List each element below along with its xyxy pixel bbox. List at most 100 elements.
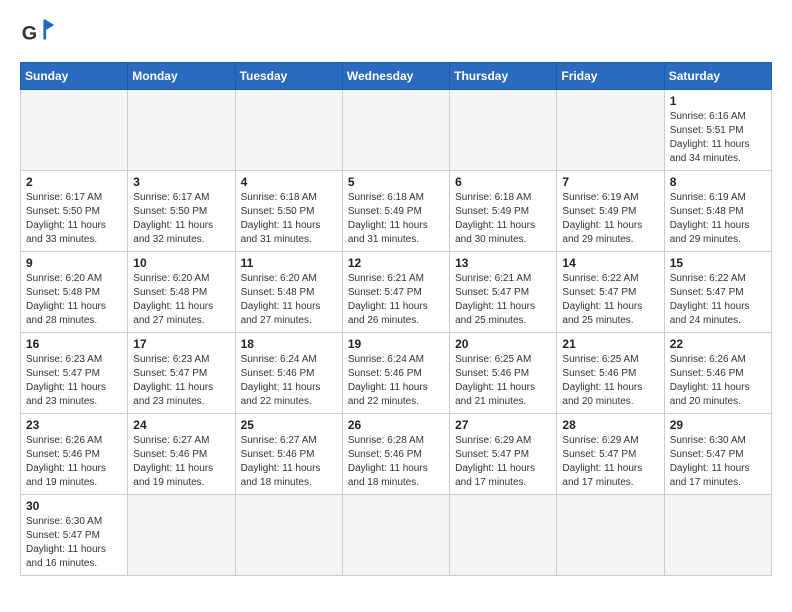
calendar-cell: 19 Sunrise: 6:24 AM Sunset: 5:46 PM Dayli… [342, 333, 449, 414]
calendar-cell: 26Sunrise: 6:28 AM Sunset: 5:46 PM Dayli… [342, 414, 449, 495]
day-number: 7 [562, 175, 658, 189]
calendar-cell: 10 Sunrise: 6:20 AM Sunset: 5:48 PM Dayli… [128, 252, 235, 333]
day-info: Sunrise: 6:18 AM Sunset: 5:49 PM Dayligh… [348, 191, 444, 247]
calendar-cell: 21 Sunrise: 6:25 AM Sunset: 5:46 PM Dayli… [557, 333, 664, 414]
calendar-cell: 1 Sunrise: 6:16 AM Sunset: 5:51 PM Daylig… [664, 90, 771, 171]
day-info: Sunrise: 6:22 AM Sunset: 5:47 PM Dayligh… [670, 272, 766, 328]
day-info: Sunrise: 6:28 AM Sunset: 5:46 PM Dayligh… [348, 434, 444, 490]
day-number: 23 [26, 418, 122, 432]
day-number: 12 [348, 256, 444, 270]
calendar-cell: 24Sunrise: 6:27 AM Sunset: 5:46 PM Dayli… [128, 414, 235, 495]
day-number: 17 [133, 337, 229, 351]
day-number: 19 [348, 337, 444, 351]
day-number: 29 [670, 418, 766, 432]
calendar-cell: 25 Sunrise: 6:27 AM Sunset: 5:46 PM Dayli… [235, 414, 342, 495]
day-info: Sunrise: 6:18 AM Sunset: 5:49 PM Dayligh… [455, 191, 551, 247]
day-number: 13 [455, 256, 551, 270]
day-info: Sunrise: 6:16 AM Sunset: 5:51 PM Dayligh… [670, 110, 766, 166]
day-number: 11 [241, 256, 337, 270]
calendar-cell: 7 Sunrise: 6:19 AM Sunset: 5:49 PM Daylig… [557, 171, 664, 252]
day-info: Sunrise: 6:17 AM Sunset: 5:50 PM Dayligh… [133, 191, 229, 247]
day-info: Sunrise: 6:21 AM Sunset: 5:47 PM Dayligh… [348, 272, 444, 328]
day-info: Sunrise: 6:25 AM Sunset: 5:46 PM Dayligh… [455, 353, 551, 409]
calendar-cell [235, 495, 342, 576]
calendar-cell: 11 Sunrise: 6:20 AM Sunset: 5:48 PM Dayli… [235, 252, 342, 333]
calendar-cell: 20 Sunrise: 6:25 AM Sunset: 5:46 PM Dayli… [450, 333, 557, 414]
day-number: 4 [241, 175, 337, 189]
calendar-week-2: 9 Sunrise: 6:20 AM Sunset: 5:48 PM Daylig… [21, 252, 772, 333]
calendar-cell: 9Sunrise: 6:20 AM Sunset: 5:48 PM Daylig… [21, 252, 128, 333]
col-header-saturday: Saturday [664, 63, 771, 90]
calendar-cell: 3 Sunrise: 6:17 AM Sunset: 5:50 PM Daylig… [128, 171, 235, 252]
day-number: 9 [26, 256, 122, 270]
day-number: 22 [670, 337, 766, 351]
calendar-cell: 4 Sunrise: 6:18 AM Sunset: 5:50 PM Daylig… [235, 171, 342, 252]
day-info: Sunrise: 6:20 AM Sunset: 5:48 PM Dayligh… [133, 272, 229, 328]
calendar-cell: 16 Sunrise: 6:23 AM Sunset: 5:47 PM Dayli… [21, 333, 128, 414]
day-number: 10 [133, 256, 229, 270]
day-number: 18 [241, 337, 337, 351]
day-info: Sunrise: 6:19 AM Sunset: 5:49 PM Dayligh… [562, 191, 658, 247]
calendar-week-4: 23 Sunrise: 6:26 AM Sunset: 5:46 PM Dayli… [21, 414, 772, 495]
calendar-cell: 2Sunrise: 6:17 AM Sunset: 5:50 PM Daylig… [21, 171, 128, 252]
day-info: Sunrise: 6:27 AM Sunset: 5:46 PM Dayligh… [241, 434, 337, 490]
col-header-friday: Friday [557, 63, 664, 90]
col-header-tuesday: Tuesday [235, 63, 342, 90]
day-number: 16 [26, 337, 122, 351]
day-info: Sunrise: 6:23 AM Sunset: 5:47 PM Dayligh… [26, 353, 122, 409]
calendar-week-1: 2Sunrise: 6:17 AM Sunset: 5:50 PM Daylig… [21, 171, 772, 252]
calendar-cell: 17Sunrise: 6:23 AM Sunset: 5:47 PM Dayli… [128, 333, 235, 414]
day-number: 30 [26, 499, 122, 513]
day-info: Sunrise: 6:27 AM Sunset: 5:46 PM Dayligh… [133, 434, 229, 490]
calendar: SundayMondayTuesdayWednesdayThursdayFrid… [20, 62, 772, 576]
day-number: 25 [241, 418, 337, 432]
day-number: 28 [562, 418, 658, 432]
calendar-cell: 5 Sunrise: 6:18 AM Sunset: 5:49 PM Daylig… [342, 171, 449, 252]
day-number: 6 [455, 175, 551, 189]
calendar-cell: 23 Sunrise: 6:26 AM Sunset: 5:46 PM Dayli… [21, 414, 128, 495]
day-info: Sunrise: 6:30 AM Sunset: 5:47 PM Dayligh… [670, 434, 766, 490]
day-info: Sunrise: 6:22 AM Sunset: 5:47 PM Dayligh… [562, 272, 658, 328]
day-number: 20 [455, 337, 551, 351]
day-info: Sunrise: 6:17 AM Sunset: 5:50 PM Dayligh… [26, 191, 122, 247]
calendar-cell [557, 495, 664, 576]
calendar-cell [235, 90, 342, 171]
calendar-cell: 13Sunrise: 6:21 AM Sunset: 5:47 PM Dayli… [450, 252, 557, 333]
day-number: 1 [670, 94, 766, 108]
day-number: 8 [670, 175, 766, 189]
day-info: Sunrise: 6:25 AM Sunset: 5:46 PM Dayligh… [562, 353, 658, 409]
calendar-cell: 6 Sunrise: 6:18 AM Sunset: 5:49 PM Daylig… [450, 171, 557, 252]
day-info: Sunrise: 6:26 AM Sunset: 5:46 PM Dayligh… [670, 353, 766, 409]
col-header-sunday: Sunday [21, 63, 128, 90]
day-info: Sunrise: 6:30 AM Sunset: 5:47 PM Dayligh… [26, 515, 122, 571]
calendar-cell [664, 495, 771, 576]
day-number: 3 [133, 175, 229, 189]
calendar-cell [450, 90, 557, 171]
day-number: 14 [562, 256, 658, 270]
day-info: Sunrise: 6:24 AM Sunset: 5:46 PM Dayligh… [348, 353, 444, 409]
day-number: 5 [348, 175, 444, 189]
calendar-cell: 18 Sunrise: 6:24 AM Sunset: 5:46 PM Dayli… [235, 333, 342, 414]
calendar-cell: 22 Sunrise: 6:26 AM Sunset: 5:46 PM Dayli… [664, 333, 771, 414]
calendar-cell: 29 Sunrise: 6:30 AM Sunset: 5:47 PM Dayli… [664, 414, 771, 495]
day-info: Sunrise: 6:20 AM Sunset: 5:48 PM Dayligh… [241, 272, 337, 328]
logo: G [20, 16, 62, 52]
calendar-cell [342, 90, 449, 171]
calendar-cell [342, 495, 449, 576]
calendar-cell: 30 Sunrise: 6:30 AM Sunset: 5:47 PM Dayli… [21, 495, 128, 576]
day-info: Sunrise: 6:18 AM Sunset: 5:50 PM Dayligh… [241, 191, 337, 247]
col-header-wednesday: Wednesday [342, 63, 449, 90]
day-number: 15 [670, 256, 766, 270]
day-info: Sunrise: 6:24 AM Sunset: 5:46 PM Dayligh… [241, 353, 337, 409]
calendar-week-0: 1 Sunrise: 6:16 AM Sunset: 5:51 PM Daylig… [21, 90, 772, 171]
page-header: G [20, 16, 772, 52]
day-info: Sunrise: 6:19 AM Sunset: 5:48 PM Dayligh… [670, 191, 766, 247]
day-info: Sunrise: 6:26 AM Sunset: 5:46 PM Dayligh… [26, 434, 122, 490]
day-number: 21 [562, 337, 658, 351]
calendar-cell [128, 495, 235, 576]
col-header-monday: Monday [128, 63, 235, 90]
day-number: 27 [455, 418, 551, 432]
calendar-cell: 8 Sunrise: 6:19 AM Sunset: 5:48 PM Daylig… [664, 171, 771, 252]
calendar-cell [450, 495, 557, 576]
svg-text:G: G [22, 22, 37, 44]
